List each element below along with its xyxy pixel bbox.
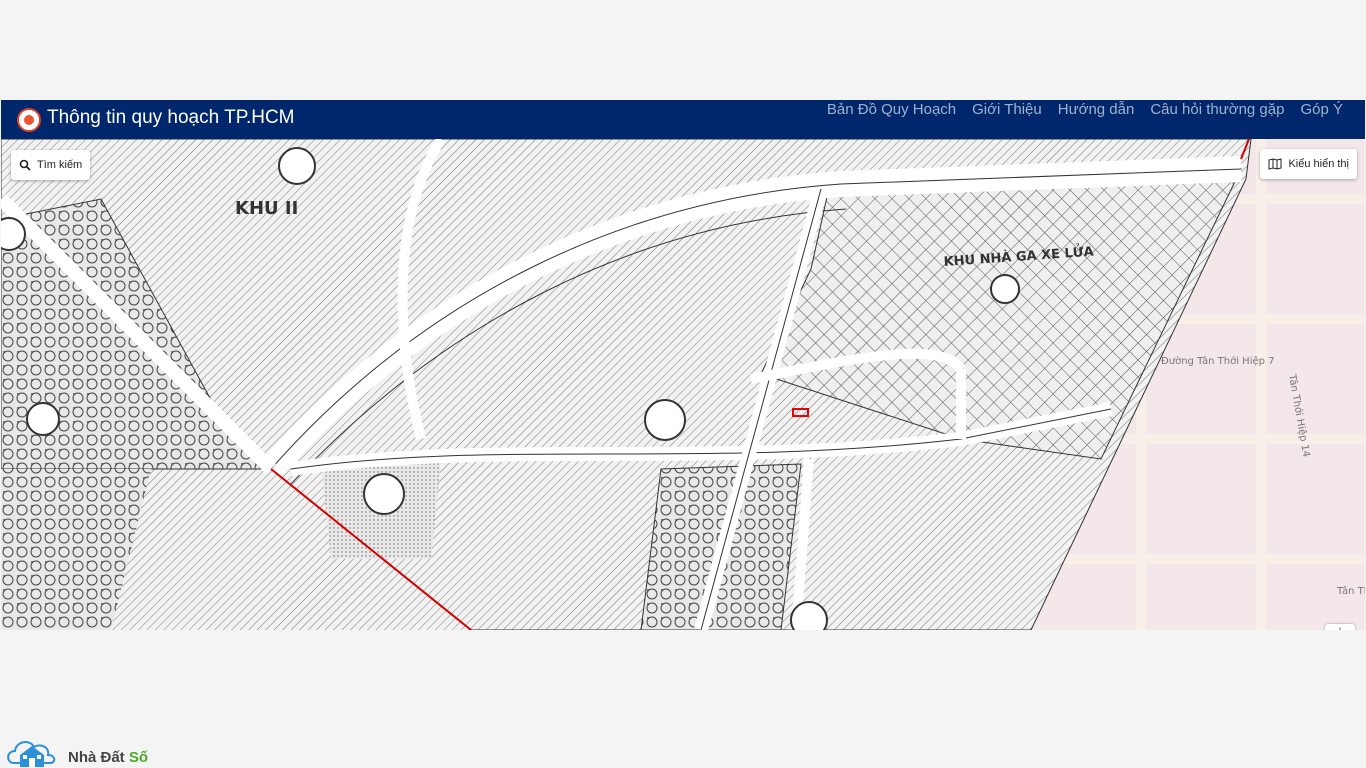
footer-brand[interactable]: Nhà Đất Số — [6, 733, 148, 767]
nav-gop-y[interactable]: Góp Ý — [1300, 101, 1343, 118]
search-label: Tìm kiếm — [37, 159, 83, 171]
brand[interactable]: Thông tin quy hoạch TP.HCM — [17, 100, 295, 139]
nav-huong-dan[interactable]: Hướng dẫn — [1058, 101, 1135, 118]
footer-brand-part2: Số — [128, 749, 149, 766]
label-street-tanth: Tân Th — [1336, 585, 1365, 597]
search-icon — [19, 159, 31, 171]
house-cloud-icon — [7, 741, 56, 767]
nav-cau-hoi-thuong-gap[interactable]: Câu hỏi thường gặp — [1150, 101, 1284, 118]
planning-map[interactable]: KHU II KHU NHÀ GA XE LỬA Đường Tân Thới … — [1, 139, 1365, 630]
zoom-in-button[interactable]: + — [1325, 624, 1355, 630]
plot-circle-1 — [278, 147, 316, 185]
display-style-label: Kiểu hiển thị — [1288, 158, 1349, 170]
nav-ban-do-quy-hoach[interactable]: Bản Đồ Quy Hoạch — [827, 101, 956, 118]
plot-circle-2 — [644, 399, 686, 441]
search-button[interactable]: Tìm kiếm — [11, 150, 91, 180]
nav-gioi-thieu[interactable]: Giới Thiệu — [972, 101, 1042, 118]
footer-brand-part1: Nhà Đất — [68, 749, 129, 766]
brand-logo-icon — [17, 107, 41, 132]
label-khu-ii: KHU II — [235, 198, 298, 219]
label-street-tth7: Đường Tân Thới Hiệp 7 — [1161, 355, 1275, 367]
display-style-button[interactable]: Kiểu hiển thị — [1260, 149, 1357, 179]
map-icon — [1268, 158, 1282, 170]
plot-circle-5 — [790, 601, 828, 630]
plot-circle-6 — [1, 217, 26, 251]
plot-circle-4 — [990, 274, 1020, 304]
nav-links: Bản Đồ Quy Hoạch Giới Thiệu Hướng dẫn Câ… — [827, 100, 1343, 139]
map-canvas[interactable]: KHU II KHU NHÀ GA XE LỬA Đường Tân Thới … — [1, 139, 1365, 630]
top-navbar: Thông tin quy hoạch TP.HCM Bản Đồ Quy Ho… — [1, 100, 1365, 139]
site-title: Thông tin quy hoạch TP.HCM — [47, 106, 295, 128]
footer-brand-text: Nhà Đất Số — [68, 749, 148, 766]
plot-circle-3 — [363, 473, 405, 515]
plot-circle-7 — [26, 402, 60, 436]
